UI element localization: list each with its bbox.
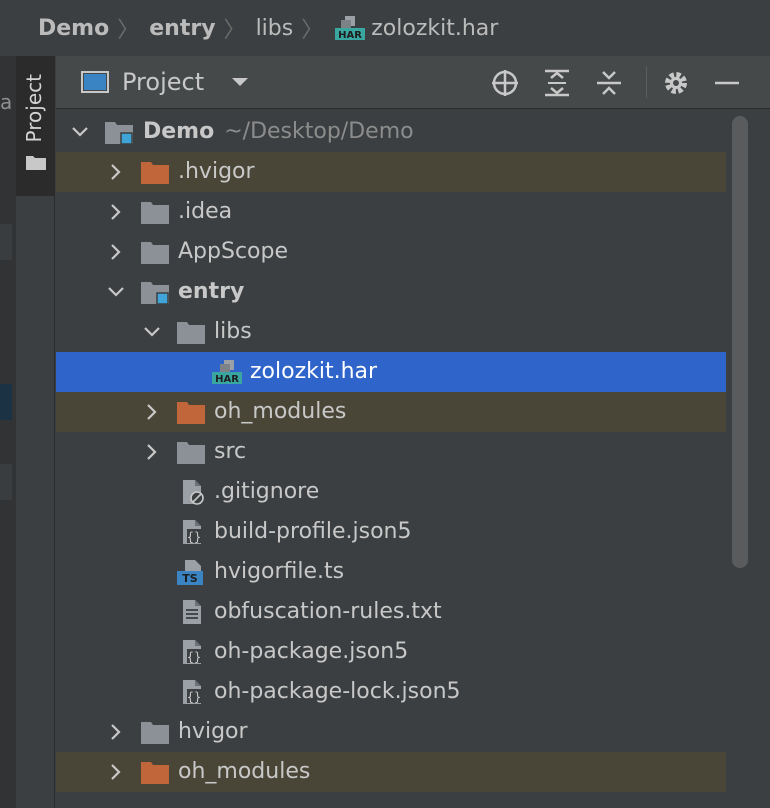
chevron-down-icon[interactable] — [70, 122, 90, 142]
tree-row-label: .hvigor — [178, 159, 255, 184]
tree-row-label: entry — [178, 279, 245, 304]
tree-row-label: oh_modules — [178, 759, 311, 784]
tree-row-label: build-profile.json5 — [214, 519, 412, 544]
tree-row-selected[interactable]: HAR zolozkit.har — [56, 352, 726, 392]
root-name: Demo — [143, 119, 215, 144]
json-file-icon: {} — [183, 680, 201, 704]
chevron-right-icon[interactable] — [142, 442, 162, 462]
stripe-marker — [0, 224, 12, 260]
json-file-icon: {} — [183, 640, 201, 664]
svg-text:TS: TS — [182, 572, 198, 585]
expand-all-icon[interactable] — [542, 68, 572, 98]
folder-icon — [141, 722, 169, 744]
tree-row-label: hvigorfile.ts — [214, 559, 345, 584]
breadcrumb-item-entry[interactable]: entry — [149, 16, 215, 41]
tree-row[interactable]: AppScope — [56, 232, 726, 272]
module-folder-icon — [105, 122, 133, 145]
tree-row-label: hvigor — [178, 719, 248, 744]
svg-text:HAR: HAR — [215, 374, 239, 385]
tree-row[interactable]: .gitignore — [56, 472, 726, 512]
breadcrumb-file-label: zolozkit.har — [371, 15, 499, 41]
project-view-icon — [81, 71, 109, 93]
text-file-icon — [183, 600, 201, 624]
breadcrumb-separator: 〉 — [117, 18, 140, 43]
tree-row[interactable]: .hvigor — [56, 152, 726, 192]
project-tool-tab-label: Project — [22, 74, 46, 143]
panel-header: Project — [56, 56, 770, 109]
folder-icon — [177, 322, 205, 344]
gear-icon[interactable] — [661, 68, 691, 98]
folder-icon — [177, 402, 205, 424]
folder-icon — [141, 162, 169, 184]
chevron-right-icon[interactable] — [106, 202, 126, 222]
tree-row[interactable]: .idea — [56, 192, 726, 232]
tree-row[interactable]: {} oh-package-lock.json5 — [56, 672, 726, 712]
svg-text:HAR: HAR — [338, 30, 362, 41]
har-file-icon: HAR — [212, 360, 242, 385]
tree-row-label: oh_modules — [214, 399, 347, 424]
breadcrumb-item-file[interactable]: HAR zolozkit.har — [333, 14, 498, 42]
chevron-right-icon[interactable] — [142, 402, 162, 422]
json-file-icon: {} — [183, 520, 201, 544]
toolbar-divider — [646, 66, 647, 98]
tree-row-label: Demo ~/Desktop/Demo — [143, 112, 414, 152]
tree-row[interactable]: obfuscation-rules.txt — [56, 592, 726, 632]
project-tool-tab[interactable]: Project — [16, 56, 54, 196]
chevron-down-icon[interactable] — [142, 322, 162, 342]
tree-row-label: oh-package.json5 — [214, 639, 409, 664]
folder-icon — [141, 202, 169, 224]
tree-row[interactable]: {} build-profile.json5 — [56, 512, 726, 552]
breadcrumb-item-demo[interactable]: Demo — [38, 16, 109, 41]
breadcrumb-separator: 〉 — [223, 18, 246, 43]
locate-target-icon[interactable] — [490, 68, 520, 98]
tree-row-root[interactable]: Demo ~/Desktop/Demo — [56, 112, 726, 152]
tool-window-bar: Project — [16, 56, 55, 808]
ts-file-icon: TS — [177, 560, 203, 585]
stripe-letter: a — [0, 90, 13, 114]
tree-row-label: zolozkit.har — [250, 359, 378, 384]
tree-row[interactable]: oh_modules — [56, 752, 726, 792]
panel-title: Project — [122, 68, 205, 96]
stripe-marker — [0, 384, 12, 420]
tree-row-label: .idea — [178, 199, 233, 224]
breadcrumb-item-libs[interactable]: libs — [256, 16, 294, 41]
folder-icon — [141, 762, 169, 784]
tree-row[interactable]: entry — [56, 272, 726, 312]
chevron-right-icon[interactable] — [106, 762, 126, 782]
tree-row-label: AppScope — [178, 239, 288, 264]
folder-icon — [141, 242, 169, 264]
chevron-right-icon[interactable] — [106, 722, 126, 742]
chevron-right-icon[interactable] — [106, 242, 126, 262]
chevron-right-icon[interactable] — [106, 162, 126, 182]
tree-row[interactable]: libs — [56, 312, 726, 352]
folder-icon — [26, 156, 46, 170]
tree-row[interactable]: src — [56, 432, 726, 472]
tree-row-label: oh-package-lock.json5 — [214, 679, 461, 704]
tree-row-label: obfuscation-rules.txt — [214, 599, 442, 624]
stripe-marker — [0, 464, 12, 500]
chevron-down-icon[interactable] — [106, 282, 126, 302]
minimize-icon[interactable] — [712, 68, 742, 98]
tree-row[interactable]: TS hvigorfile.ts — [56, 552, 726, 592]
tree-row-label: .gitignore — [214, 479, 320, 504]
breadcrumb-separator: 〉 — [301, 18, 324, 43]
folder-icon — [177, 442, 205, 464]
tree-row-label: libs — [214, 319, 252, 344]
svg-text:{}: {} — [187, 530, 201, 544]
collapse-all-icon[interactable] — [594, 68, 624, 98]
tree-row[interactable]: hvigor — [56, 712, 726, 752]
module-folder-icon — [141, 282, 169, 305]
breadcrumb: Demo 〉 entry 〉 libs 〉 HAR zolozkit.har — [0, 0, 770, 56]
vertical-scrollbar[interactable] — [732, 116, 748, 568]
tree-row[interactable]: {} oh-package.json5 — [56, 632, 726, 672]
tree-row-label: src — [214, 439, 247, 464]
svg-text:{}: {} — [187, 650, 201, 664]
editor-edge-stripe: a — [0, 56, 16, 808]
gitignore-file-icon — [183, 480, 204, 505]
har-file-icon: HAR — [335, 16, 366, 41]
chevron-down-icon[interactable] — [230, 75, 250, 89]
root-path: ~/Desktop/Demo — [224, 119, 414, 144]
svg-text:{}: {} — [187, 690, 201, 704]
tree-row[interactable]: oh_modules — [56, 392, 726, 432]
